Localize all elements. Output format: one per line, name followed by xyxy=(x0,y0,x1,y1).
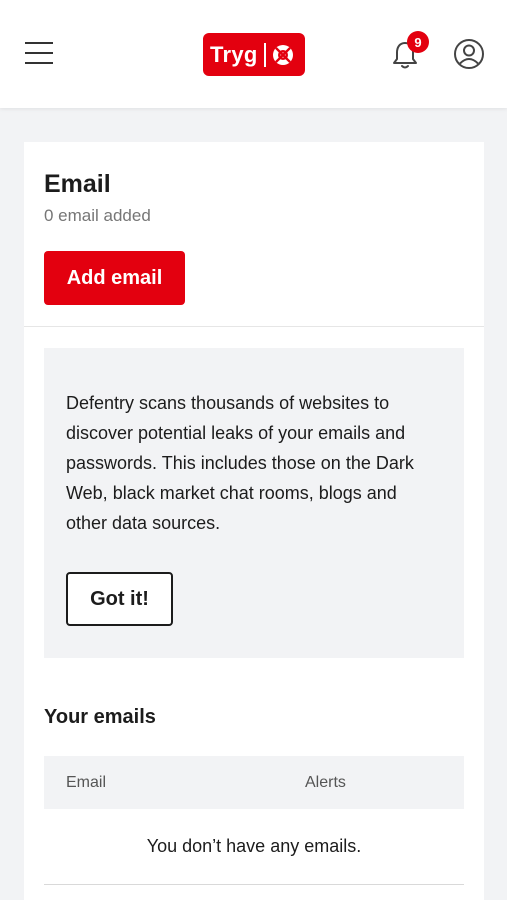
add-email-button[interactable]: Add email xyxy=(44,251,185,305)
notification-count-badge: 9 xyxy=(407,31,429,53)
hamburger-menu-icon[interactable] xyxy=(25,42,53,64)
logo-text: Tryg xyxy=(210,41,258,67)
got-it-button[interactable]: Got it! xyxy=(66,572,173,626)
info-box: Defentry scans thousands of websites to … xyxy=(44,348,464,658)
tryg-logo[interactable]: Tryg xyxy=(203,33,305,76)
table-bottom-divider xyxy=(44,884,464,885)
info-text: Defentry scans thousands of websites to … xyxy=(66,393,414,533)
page-title: Email xyxy=(44,170,111,198)
lifebuoy-icon xyxy=(272,44,293,65)
column-header-alerts: Alerts xyxy=(305,774,346,791)
empty-state-message: You don’t have any emails. xyxy=(146,836,362,856)
logo-separator xyxy=(263,42,266,67)
top-bar: Tryg 9 xyxy=(0,0,507,108)
email-card: Email 0 email added Add email Defentry s… xyxy=(24,142,484,900)
email-count-text: 0 email added xyxy=(44,206,151,225)
divider xyxy=(24,326,484,327)
user-profile-icon[interactable] xyxy=(453,38,485,70)
column-header-email: Email xyxy=(66,774,107,791)
emails-table-header: Email Alerts xyxy=(44,756,464,809)
your-emails-title: Your emails xyxy=(44,706,156,728)
